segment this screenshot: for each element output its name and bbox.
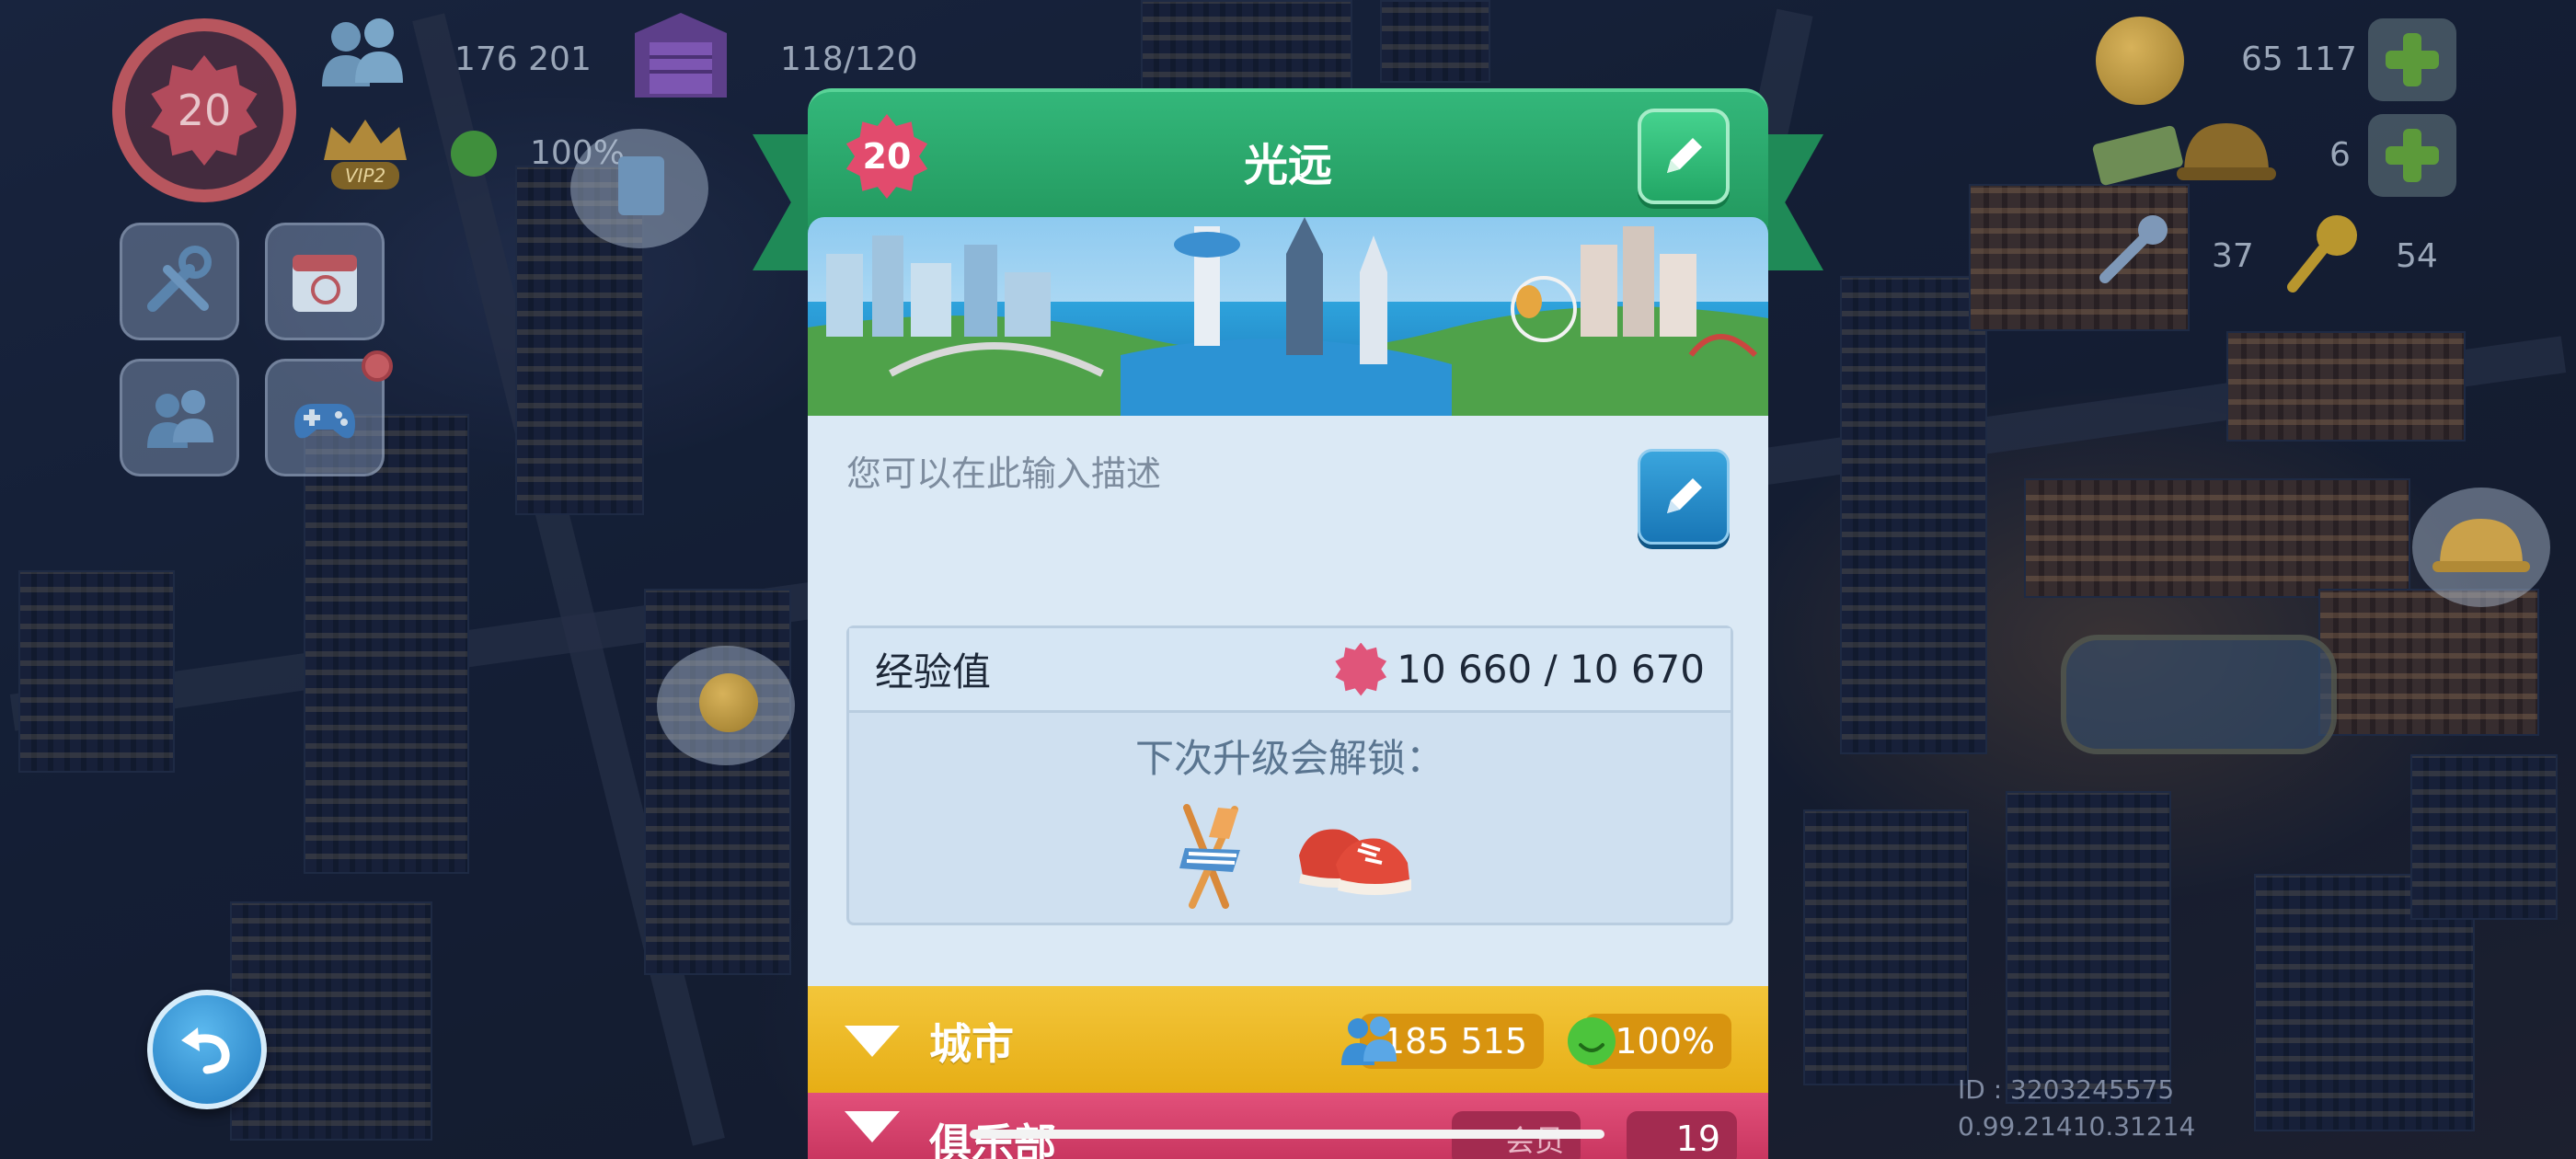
city-section-label: 城市 — [929, 1019, 1014, 1069]
profile-header: 20 光远 — [808, 88, 1768, 226]
population-value: 176 201 — [454, 40, 592, 78]
buy-items-button[interactable] — [2368, 114, 2456, 197]
construction-bubble[interactable] — [2412, 488, 2550, 607]
keys-value: 54 — [2396, 237, 2438, 275]
simoleons-value: 65 117 — [2241, 40, 2357, 78]
buy-simoleons-button[interactable] — [2368, 18, 2456, 101]
edit-description-button[interactable] — [1638, 449, 1730, 545]
platinum-value: 37 — [2212, 237, 2254, 275]
population-icon — [1341, 1016, 1397, 1065]
city-banner-image — [808, 217, 1768, 416]
experience-box: 经验值 10 660 / 10 670 下次升级会解锁： — [846, 625, 1733, 925]
experience-label: 经验值 — [875, 649, 992, 694]
expand-triangle-icon — [845, 1111, 900, 1142]
city-population-value: 185 515 — [1382, 1021, 1527, 1061]
helmets-value: 6 — [2329, 136, 2351, 174]
profile-body: 您可以在此输入描述 经验值 10 660 / 10 670 下次升级会解锁： — [808, 416, 1768, 986]
helmet-icon — [2432, 519, 2530, 572]
club-section-header[interactable]: 俱乐部 会员 19 — [808, 1093, 1768, 1159]
tools-icon — [147, 246, 212, 312]
experience-row: 经验值 10 660 / 10 670 — [849, 628, 1731, 713]
back-button[interactable] — [147, 990, 267, 1109]
scroll-indicator[interactable] — [970, 1130, 1604, 1139]
storage-value: 118/120 — [780, 40, 918, 78]
undo-arrow-icon — [181, 1027, 230, 1074]
social-button[interactable] — [120, 359, 239, 476]
player-id: ID : 3203245575 — [1958, 1074, 2175, 1105]
city-happiness-pill: 100% — [1568, 1014, 1731, 1069]
golden-key-icon — [2287, 215, 2357, 293]
platinum-key-icon — [2099, 215, 2168, 283]
level-star-icon: 20 — [151, 55, 258, 166]
vip-label: VIP2 — [331, 162, 399, 189]
hardhat-icon — [2177, 123, 2276, 180]
city-happiness-value: 100% — [1615, 1021, 1715, 1061]
tax-bubble[interactable] — [657, 646, 795, 765]
city-section-header[interactable]: 城市 185 515 100% — [808, 986, 1768, 1096]
sneakers-icon[interactable] — [1290, 798, 1419, 909]
vip-badge[interactable]: VIP2 — [315, 114, 416, 197]
expand-triangle-icon — [845, 1026, 900, 1057]
crown-icon — [324, 120, 407, 160]
smiley-icon — [1568, 1017, 1616, 1065]
xp-star-icon — [1335, 642, 1387, 696]
simoleon-icon — [699, 673, 758, 732]
club-members-count: 19 — [1675, 1119, 1720, 1159]
events-button[interactable] — [265, 223, 385, 340]
description-input[interactable]: 您可以在此输入描述 — [846, 445, 1161, 496]
games-button[interactable] — [265, 350, 393, 476]
unlock-title: 下次升级会解锁： — [1134, 736, 1444, 781]
document-icon — [618, 156, 664, 215]
game-screen: 20 176 201 118/120 VIP2 100% 65 117 6 37… — [0, 0, 2576, 1159]
club-members-count-pill: 19 — [1627, 1111, 1737, 1159]
city-profile-panel: 20 光远 您可以在此输入描述 经验值 10 660 / 10 670 下次升级… — [753, 88, 1823, 1159]
simoleon-icon — [2096, 17, 2184, 105]
unlock-items — [849, 798, 1731, 909]
player-level-button[interactable]: 20 — [112, 18, 296, 202]
folding-chair-icon[interactable] — [1161, 798, 1262, 909]
experience-value-group: 10 660 / 10 670 — [1334, 642, 1705, 696]
storage-icon — [635, 13, 727, 98]
city-population-pill: 185 515 — [1341, 1014, 1544, 1069]
gamepad-icon — [294, 404, 355, 439]
calendar-icon — [293, 255, 357, 312]
settings-button[interactable] — [120, 223, 239, 340]
storage-bubble[interactable] — [570, 129, 708, 248]
happiness-icon — [451, 131, 497, 177]
notification-dot — [362, 350, 393, 382]
pencil-icon — [1667, 138, 1702, 173]
experience-value: 10 660 / 10 670 — [1397, 647, 1705, 692]
city-name: 光远 — [1243, 140, 1332, 191]
pencil-icon — [1667, 478, 1702, 513]
friends-icon — [147, 390, 213, 448]
version-text: 0.99.21410.31214 — [1958, 1111, 2196, 1142]
player-level-value: 20 — [177, 86, 232, 135]
edit-name-button[interactable] — [1638, 109, 1730, 204]
population-icon — [322, 18, 403, 86]
